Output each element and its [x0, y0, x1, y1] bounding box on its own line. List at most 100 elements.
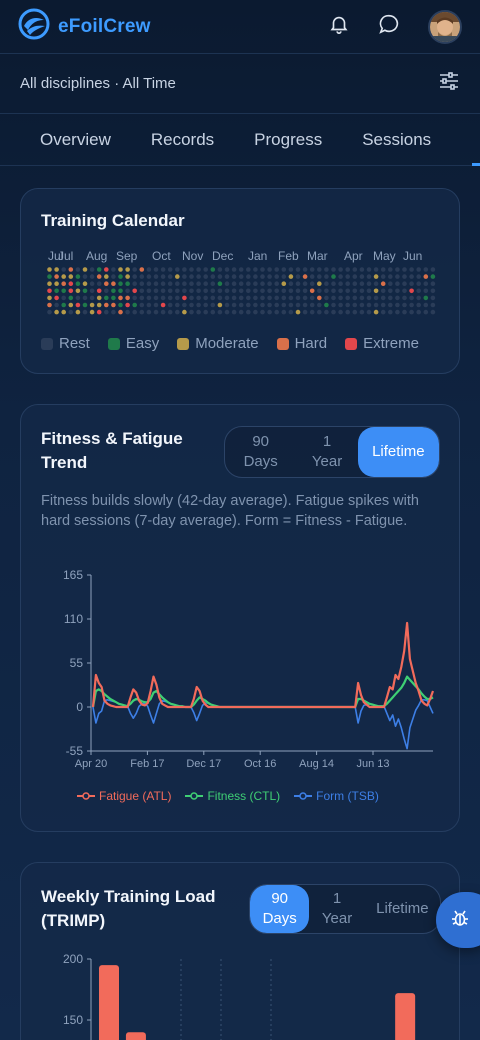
calendar-day [111, 288, 116, 294]
calendar-day [167, 281, 173, 286]
calendar-day [167, 295, 173, 301]
calendar-day [196, 274, 201, 279]
calendar-day [217, 274, 223, 279]
calendar-day [302, 309, 308, 315]
calendar-day [302, 288, 308, 294]
calendar-day [366, 267, 372, 272]
calendar-day [246, 288, 251, 294]
calendar-day [331, 281, 336, 286]
calendar-day [132, 302, 137, 308]
range-1-year[interactable]: 1 Year [309, 885, 364, 933]
legend-hard: Hard [276, 335, 327, 352]
calendar-day [295, 274, 301, 279]
legend-swatch [107, 337, 120, 350]
calendar-day [75, 267, 81, 272]
calendar-day [146, 309, 152, 315]
tab-bar: Overview Records Progress Sessions [0, 114, 480, 166]
calendar-day [75, 288, 81, 294]
calendar-day [146, 288, 152, 294]
calendar-day [423, 295, 429, 301]
legend-fitness[interactable]: Fitness (CTL) [185, 789, 280, 803]
calendar-day [352, 288, 358, 294]
legend-label: Extreme [363, 335, 419, 352]
tab-overview[interactable]: Overview [40, 130, 111, 150]
calendar-day [175, 288, 180, 294]
calendar-day [153, 274, 159, 279]
range-lifetime[interactable]: Lifetime [357, 427, 439, 477]
calendar-day [352, 274, 358, 279]
legend-form[interactable]: Form (TSB) [294, 789, 379, 803]
month-label: Jun [403, 249, 423, 263]
tab-records[interactable]: Records [151, 130, 214, 150]
bell-icon[interactable] [328, 13, 350, 40]
chat-icon[interactable] [378, 13, 400, 40]
brand[interactable]: eFoilCrew [18, 8, 151, 45]
avatar[interactable] [428, 9, 462, 44]
calendar-day [260, 302, 265, 308]
calendar-day [75, 274, 81, 279]
calendar-day [253, 281, 258, 286]
calendar-day [210, 309, 216, 315]
calendar-day [409, 288, 414, 294]
range-90-days[interactable]: 90 Days [250, 885, 310, 933]
fitness-title-line2: Trend [41, 453, 88, 472]
calendar-day [167, 309, 173, 315]
calendar-day [224, 274, 230, 279]
calendar-day [359, 288, 365, 294]
calendar-day [160, 267, 166, 272]
calendar-day [309, 309, 315, 315]
calendar-day [125, 309, 130, 315]
calendar-day [61, 281, 66, 286]
range-1-year[interactable]: 1 Year [296, 427, 357, 477]
calendar-day [395, 302, 400, 308]
calendar-day [182, 309, 187, 315]
calendar-day [409, 295, 414, 301]
calendar-day [96, 309, 102, 315]
calendar-day [104, 281, 109, 286]
calendar-day [366, 309, 372, 315]
range-label: Lifetime [376, 900, 429, 917]
calendar-day [260, 288, 265, 294]
calendar-day [132, 295, 137, 301]
legend-fatigue[interactable]: Fatigue (ATL) [77, 789, 171, 803]
calendar-day [302, 267, 308, 272]
calendar-day [402, 288, 407, 294]
calendar-day [380, 274, 386, 279]
sliders-icon[interactable] [438, 71, 460, 96]
calendar-day [118, 302, 123, 308]
calendar-day [47, 302, 52, 308]
month-label: Nov [182, 249, 204, 263]
calendar-day [281, 302, 287, 308]
range-90-days[interactable]: 90 Days [225, 427, 296, 477]
range-lifetime[interactable]: Lifetime [365, 885, 440, 933]
legend-label: Rest [59, 335, 90, 352]
tab-progress[interactable]: Progress [254, 130, 322, 150]
calendar-day [54, 274, 59, 279]
calendar-day [238, 288, 244, 294]
calendar-day [203, 309, 208, 315]
weekly-load-card: Weekly Training Load (TRIMP) 90 Days 1 Y… [20, 862, 460, 1040]
legend-swatch [41, 337, 53, 350]
weekly-load-bar[interactable] [395, 993, 416, 1040]
weekly-load-bar[interactable] [99, 965, 119, 1040]
calendar-day [409, 309, 414, 315]
calendar-day [238, 281, 244, 286]
calendar-day [111, 309, 116, 315]
calendar-day [359, 274, 365, 279]
tab-sessions[interactable]: Sessions [362, 130, 431, 150]
calendar-day [231, 274, 237, 279]
calendar-day [153, 309, 159, 315]
calendar-day [395, 281, 400, 286]
calendar-day [111, 295, 116, 301]
calendar-day [317, 295, 322, 301]
calendar-day [416, 295, 422, 301]
filter-bar[interactable]: All disciplines · All Time [0, 54, 480, 114]
calendar-day [196, 309, 201, 315]
calendar-day [274, 309, 279, 315]
calendar-day [246, 274, 251, 279]
calendar-day [231, 267, 237, 272]
calendar-day [203, 274, 208, 279]
calendar-day [253, 288, 258, 294]
weekly-load-bar[interactable] [125, 1032, 146, 1040]
calendar-day [260, 281, 265, 286]
